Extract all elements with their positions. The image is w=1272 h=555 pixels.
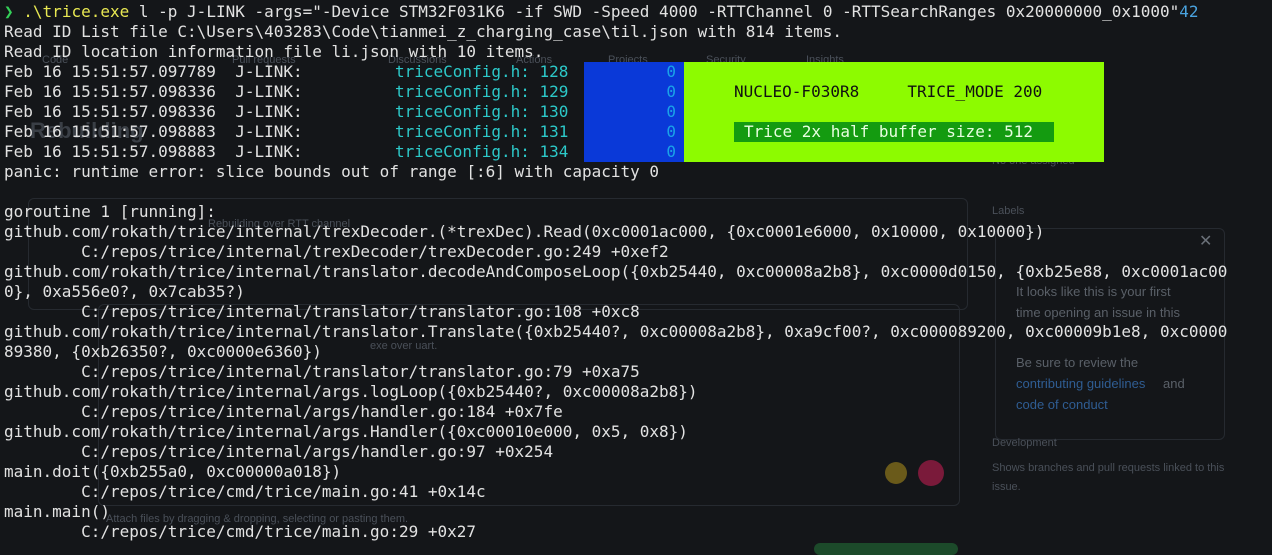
trace-line: C:/repos/trice/internal/translator/trans… [4, 362, 640, 381]
board-mode-text: NUCLEO-F030R8 TRICE_MODE 200 [734, 82, 1043, 101]
log-row-value: 0 [666, 102, 676, 121]
log-row-config: triceConfig.h: 131 [395, 122, 569, 141]
trace-line: 89380, {0xb26350?, 0xc0000e6360}) [4, 342, 322, 361]
trace-line: github.com/rokath/trice/internal/transla… [4, 262, 1228, 281]
log-row-config: triceConfig.h: 130 [395, 102, 569, 121]
trace-line: C:/repos/trice/internal/args/handler.go:… [4, 442, 554, 461]
buffer-size-badge: Trice 2x half buffer size: 512 [734, 122, 1054, 142]
command-arguments: l -p J-LINK -args="-Device STM32F031K6 -… [129, 2, 1180, 21]
trace-line: C:/repos/trice/cmd/trice/main.go:29 +0x2… [4, 522, 477, 541]
trace-line: C:/repos/trice/internal/args/handler.go:… [4, 402, 563, 421]
trace-line: 0}, 0xa556e0?, 0x7cab35?) [4, 282, 245, 301]
log-row-timestamp: Feb 16 15:51:57.098883 J-LINK: [4, 142, 303, 161]
trace-line: github.com/rokath/trice/internal/trexDec… [4, 222, 1045, 241]
prompt-arrow-icon: ❯ [4, 2, 14, 21]
trace-line: goroutine 1 [running]: [4, 202, 216, 221]
trace-line: C:/repos/trice/cmd/trice/main.go:41 +0x1… [4, 482, 486, 501]
command-line: ❯ .\trice.exe l -p J-LINK -args="-Device… [4, 2, 1199, 22]
trace-line: github.com/rokath/trice/internal/args.Ha… [4, 422, 688, 441]
trace-line: main.main() [4, 502, 110, 521]
terminal-window[interactable]: ❯ .\trice.exe l -p J-LINK -args="-Device… [0, 0, 1272, 552]
log-row-value: 0 [666, 122, 676, 141]
log-row-value: 0 [666, 142, 676, 161]
log-row-timestamp: Feb 16 15:51:57.097789 J-LINK: [4, 62, 303, 81]
li-info-line: Read ID location information file li.jso… [4, 42, 544, 61]
trace-line: github.com/rokath/trice/internal/args.lo… [4, 382, 698, 401]
trace-line: main.doit({0xb255a0, 0xc00000a018}) [4, 462, 342, 481]
trace-line: C:/repos/trice/internal/trexDecoder/trex… [4, 242, 669, 261]
panic-line: panic: runtime error: slice bounds out o… [4, 162, 660, 181]
trice-info-panel: NUCLEO-F030R8 TRICE_MODE 200 Trice 2x ha… [684, 62, 1104, 162]
trace-line: C:/repos/trice/internal/translator/trans… [4, 302, 640, 321]
trace-line: github.com/rokath/trice/internal/transla… [4, 322, 1228, 341]
log-row-value: 0 [666, 82, 676, 101]
log-row-timestamp: Feb 16 15:51:57.098883 J-LINK: [4, 122, 303, 141]
log-row-config: triceConfig.h: 134 [395, 142, 569, 161]
command-executable: .\trice.exe [23, 2, 130, 21]
log-row-value: 0 [666, 62, 676, 81]
log-row-config: triceConfig.h: 129 [395, 82, 569, 101]
log-row-config: triceConfig.h: 128 [395, 62, 569, 81]
command-suffix: 42 [1179, 2, 1199, 21]
log-row-timestamp: Feb 16 15:51:57.098336 J-LINK: [4, 82, 303, 101]
til-info-line: Read ID List file C:\Users\403283\Code\t… [4, 22, 843, 41]
log-row-timestamp: Feb 16 15:51:57.098336 J-LINK: [4, 102, 303, 121]
log-value-column: 0 0 0 0 0 [584, 62, 684, 162]
